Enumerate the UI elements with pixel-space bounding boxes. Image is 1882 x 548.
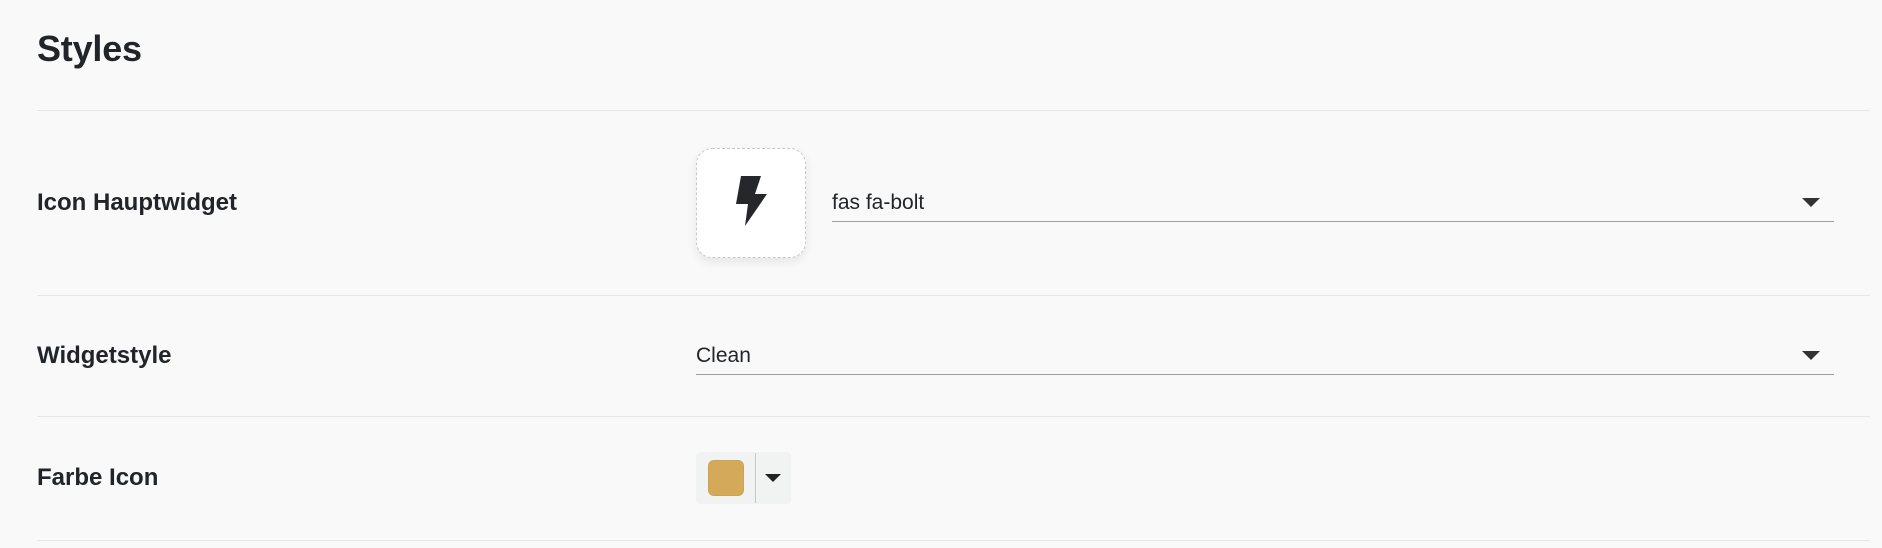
divider <box>37 540 1870 541</box>
icon-select[interactable]: fas fa-bolt <box>832 184 1834 222</box>
widgetstyle-label: Widgetstyle <box>37 342 172 369</box>
chevron-down-icon <box>1802 198 1820 207</box>
divider <box>37 110 1870 111</box>
farbe-icon-label: Farbe Icon <box>37 464 159 491</box>
color-swatch <box>708 460 744 496</box>
chevron-down-icon[interactable] <box>765 474 781 482</box>
chevron-down-icon <box>1802 351 1820 360</box>
icon-color-picker[interactable] <box>696 452 791 504</box>
bolt-icon <box>733 175 769 231</box>
widgetstyle-select-value: Clean <box>696 343 751 367</box>
widgetstyle-select[interactable]: Clean <box>696 337 1834 375</box>
divider <box>37 295 1870 296</box>
icon-preview <box>696 148 806 258</box>
styles-panel: Styles Icon Hauptwidget fas fa-bolt Widg… <box>0 0 1882 548</box>
divider <box>37 416 1870 417</box>
section-title: Styles <box>37 28 142 69</box>
icon-select-value: fas fa-bolt <box>832 190 925 214</box>
color-picker-divider <box>755 453 756 503</box>
icon-hauptwidget-label: Icon Hauptwidget <box>37 189 237 216</box>
